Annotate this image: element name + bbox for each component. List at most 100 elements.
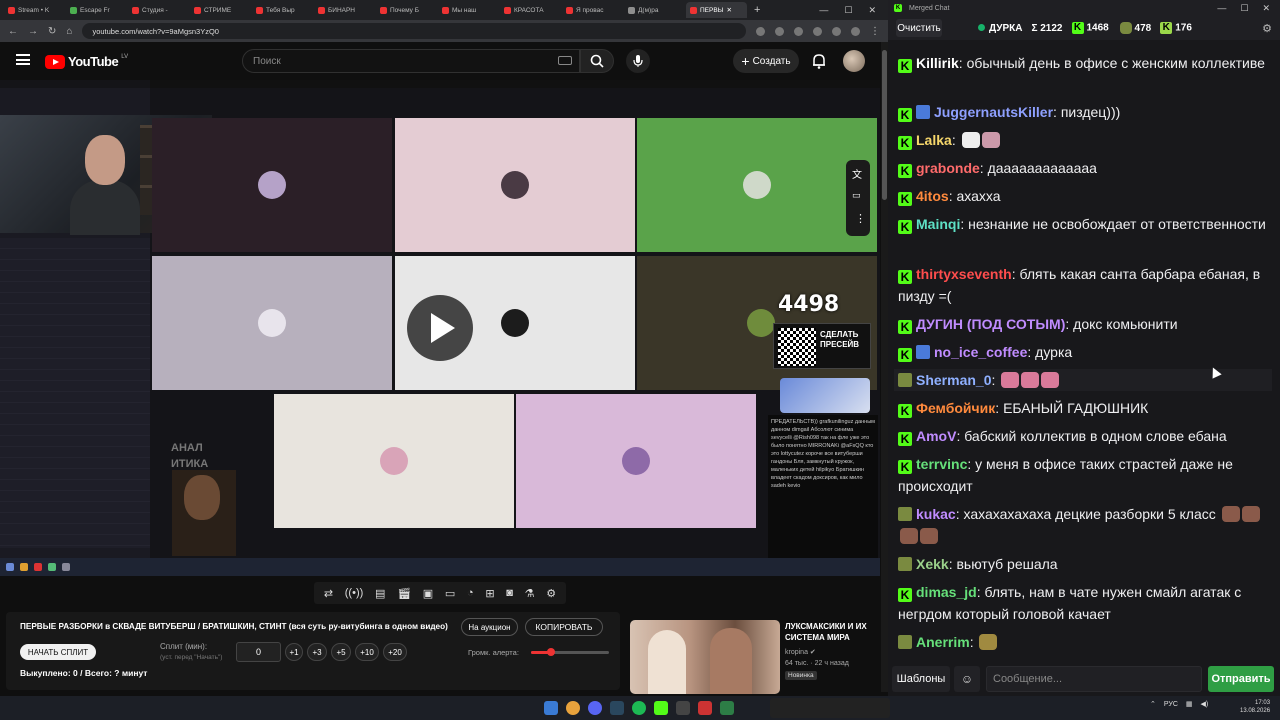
new-tab-icon[interactable]: + [754, 4, 760, 16]
network-icon[interactable]: ▦ [1186, 700, 1193, 708]
extension-icon[interactable] [813, 26, 822, 36]
auction-button[interactable]: На аукцион [461, 618, 518, 636]
home-icon[interactable]: ⌂ [66, 26, 72, 37]
start-split-button[interactable]: НАЧАТЬ СПЛИТ [20, 644, 96, 660]
keyboard-icon[interactable] [558, 56, 572, 65]
browser-tab[interactable]: Д(м)pa [624, 2, 685, 18]
chat-username[interactable]: no_ice_coffee [934, 344, 1027, 360]
screenshot-icon[interactable]: ◙ [506, 587, 513, 599]
chat-username[interactable]: Mainqi [916, 216, 960, 232]
kick-app-icon[interactable] [654, 701, 668, 715]
browser-tab[interactable]: Escape Fr [66, 2, 127, 18]
chat-message-list[interactable]: K Killirik: обычный день в офисе с женски… [888, 42, 1280, 660]
play-button[interactable] [407, 295, 473, 361]
chrome-icon[interactable] [566, 701, 580, 715]
tray-chevron-icon[interactable]: ⌃ [1150, 700, 1156, 708]
alert-volume-knob[interactable] [546, 648, 555, 656]
back-icon[interactable]: ← [8, 26, 18, 37]
meme-party-widget[interactable] [770, 698, 890, 718]
increment-button[interactable]: +5 [331, 643, 351, 661]
increment-button[interactable]: +1 [285, 643, 303, 661]
chat-username[interactable]: thirtyxseventh [916, 266, 1012, 282]
url-field[interactable]: youtube.com/watch?v=9aMgsn3YzQ0 [82, 23, 746, 39]
chat-username[interactable]: AmoV [916, 428, 956, 444]
minimize-icon[interactable]: — [1217, 3, 1226, 14]
app-icon[interactable] [720, 701, 734, 715]
close-icon[interactable]: ✕ [868, 5, 876, 16]
close-icon[interactable]: ✕ [1262, 3, 1270, 14]
minimize-icon[interactable]: — [819, 5, 828, 16]
reload-icon[interactable]: ↻ [48, 26, 56, 37]
extension-icon[interactable] [775, 26, 784, 36]
browser-tab[interactable]: КРАСОТА [500, 2, 561, 18]
video-player[interactable]: АНАЛ ИТИКА 4498 СДЕЛАТЬ ПРЕСЕЙВ ПРЕДАТЕЛ… [0, 80, 880, 576]
steam-icon[interactable] [610, 701, 624, 715]
flask-icon[interactable]: ⚗ [525, 587, 535, 600]
search-button[interactable] [580, 49, 614, 73]
recommended-channel[interactable]: kropina ✔ [785, 648, 816, 656]
extension-icon[interactable] [794, 26, 803, 36]
browser-tab[interactable]: Я провас [562, 2, 623, 18]
input-language[interactable]: РУС [1164, 701, 1178, 708]
chat-username[interactable]: grabonde [916, 160, 980, 176]
browser-tab[interactable]: Студия - [128, 2, 189, 18]
browser-tab-active[interactable]: ПЕРВЫ ✕ [686, 2, 747, 18]
maximize-icon[interactable]: ☐ [844, 5, 852, 16]
windows-start-icon[interactable] [544, 701, 558, 715]
profile-icon[interactable] [851, 26, 860, 36]
chat-username[interactable]: Фембойчик [916, 400, 995, 416]
scrollbar-thumb[interactable] [882, 50, 887, 200]
emoji-button[interactable]: ☺ [954, 666, 980, 692]
recommended-thumbnail[interactable] [630, 620, 780, 694]
extension-icon[interactable] [756, 26, 765, 36]
browser-tab[interactable]: Тебя Выр [252, 2, 313, 18]
split-minutes-input[interactable]: 0 [236, 642, 281, 662]
settings-icon[interactable]: ⚙ [546, 587, 556, 600]
taskbar-clock[interactable]: 17:03 13.08.2026 [1240, 699, 1270, 715]
spotify-icon[interactable] [632, 701, 646, 715]
notifications-bell-icon[interactable] [810, 52, 828, 70]
speed-icon[interactable]: ◔ [467, 587, 474, 599]
chat-username[interactable]: Lalka [916, 132, 952, 148]
chat-username[interactable]: ДУГИН (ПОД СОТЫМ) [916, 316, 1065, 332]
pip-icon[interactable]: ▣ [423, 587, 433, 600]
chat-username[interactable]: 4itos [916, 188, 949, 204]
chat-username[interactable]: dimas_jd [916, 584, 977, 600]
page-scrollbar[interactable] [881, 42, 888, 692]
chat-username[interactable]: Killirik [916, 55, 959, 71]
chat-username[interactable]: terrvinc [916, 456, 967, 472]
captions-icon[interactable]: ▭ [852, 190, 861, 201]
recommended-video[interactable]: ЛУКСМАКСИКИ И ИХ СИСТЕМА МИРА kropina ✔ … [630, 620, 880, 694]
obs-icon[interactable] [676, 701, 690, 715]
subtitles-icon[interactable]: ▤ [375, 587, 385, 600]
voice-search-button[interactable] [626, 49, 650, 73]
menu-icon[interactable]: ⋮ [870, 26, 880, 37]
more-options-icon[interactable]: ⋮ [855, 212, 866, 225]
hamburger-menu-icon[interactable] [16, 54, 30, 65]
clear-button[interactable]: Очистить [896, 19, 942, 37]
extension-icon[interactable] [832, 26, 841, 36]
discord-icon[interactable] [588, 701, 602, 715]
browser-tab[interactable]: СТРИМЕ [190, 2, 251, 18]
chat-username[interactable]: Anerrim [916, 634, 970, 650]
clapper-icon[interactable]: 🎬︎ [397, 587, 411, 600]
browser-tab[interactable]: Stream • K [4, 2, 65, 18]
translate-icon[interactable]: 文 [852, 166, 862, 181]
chat-username[interactable]: JuggernautsKiller [934, 104, 1053, 120]
theater-icon[interactable]: ▭ [445, 587, 455, 600]
chat-settings-icon[interactable]: ⚙ [1262, 22, 1272, 35]
add-icon[interactable]: ⊞ [485, 587, 494, 600]
app-icon[interactable] [698, 701, 712, 715]
chat-username[interactable]: kukac [916, 506, 956, 522]
close-tab-icon[interactable]: ✕ [726, 6, 731, 14]
youtube-logo[interactable]: YouTube LV [45, 54, 128, 69]
templates-button[interactable]: Шаблоны [892, 666, 950, 692]
increment-button[interactable]: +20 [383, 643, 407, 661]
search-input[interactable]: Поиск [242, 49, 580, 73]
chat-username[interactable]: Xekk [916, 556, 949, 572]
send-button[interactable]: Отправить [1208, 666, 1274, 692]
browser-tab[interactable]: БИНАРН [314, 2, 375, 18]
copy-button[interactable]: КОПИРОВАТЬ [525, 618, 603, 636]
loop-icon[interactable]: ⇄ [324, 587, 333, 600]
forward-icon[interactable]: → [28, 26, 38, 37]
